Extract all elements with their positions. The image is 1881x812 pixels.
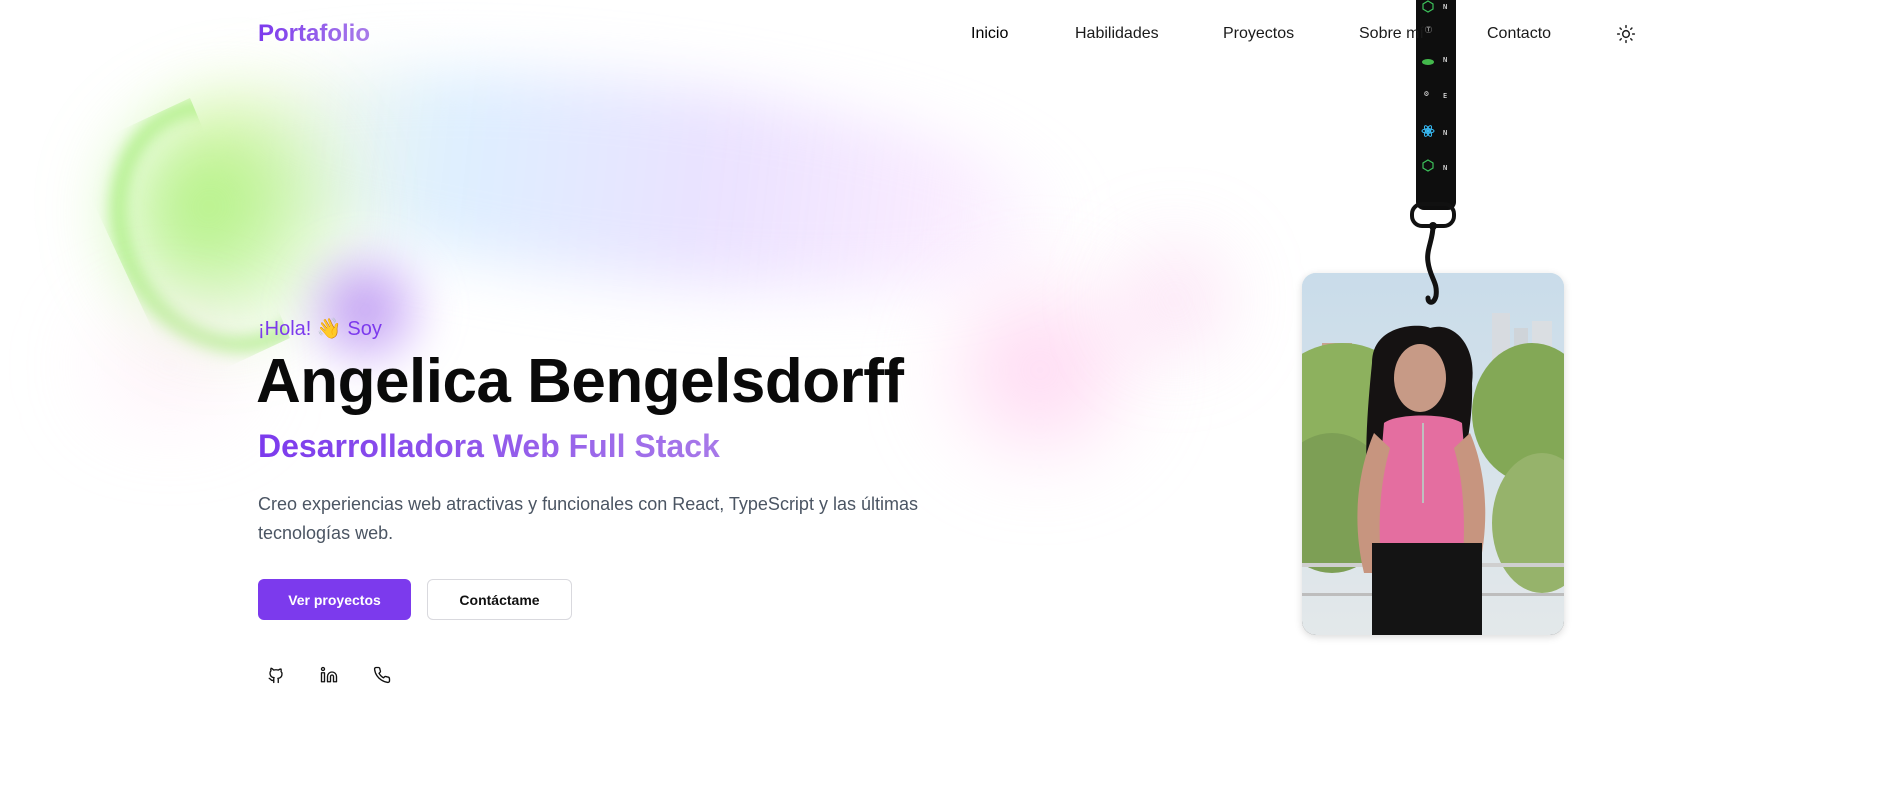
navbar: Portafolio Inicio Habilidades Proyectos … [0, 0, 1881, 70]
background-smoke-rainbow [172, 33, 1088, 327]
background-smoke-pink-small [1110, 220, 1240, 380]
hero-role: Desarrolladora Web Full Stack [258, 428, 720, 464]
lanyard-mark: N [1443, 164, 1447, 172]
contact-me-button[interactable]: Contáctame [427, 579, 572, 620]
node-icon [1422, 159, 1434, 172]
github-icon [268, 667, 283, 684]
hero-intro: Creo experiencias web atractivas y funci… [258, 494, 918, 543]
linkedin-icon [320, 666, 338, 683]
lanyard-mark: ⚙ [1424, 89, 1429, 98]
hero-greeting: ¡Hola! 👋 Soy [258, 318, 382, 340]
badge-clip [1410, 202, 1456, 305]
phone-link[interactable] [364, 657, 400, 693]
nav-item-contacto[interactable]: Contacto [1487, 25, 1551, 43]
person-photo [1302, 273, 1564, 635]
nav-item-inicio[interactable]: Inicio [971, 25, 1008, 43]
view-projects-button[interactable]: Ver proyectos [258, 579, 411, 620]
nav-item-habilidades[interactable]: Habilidades [1075, 25, 1159, 43]
linkedin-link[interactable] [311, 657, 347, 693]
profile-badge-card[interactable] [1302, 273, 1564, 635]
hero-name: Angelica Bengelsdorff [256, 347, 904, 416]
github-link[interactable] [258, 657, 294, 693]
nav-item-sobre-mi[interactable]: Sobre mí [1359, 25, 1424, 43]
lanyard-mark: E [1443, 92, 1447, 100]
background-smoke-pink [930, 270, 1150, 470]
phone-icon [373, 666, 391, 684]
logo[interactable]: Portafolio [258, 20, 370, 48]
lanyard-mark: N [1443, 129, 1447, 137]
sun-icon [1616, 24, 1636, 44]
react-icon [1421, 125, 1435, 137]
nav-item-proyectos[interactable]: Proyectos [1223, 25, 1294, 43]
theme-toggle-button[interactable] [1616, 24, 1636, 44]
